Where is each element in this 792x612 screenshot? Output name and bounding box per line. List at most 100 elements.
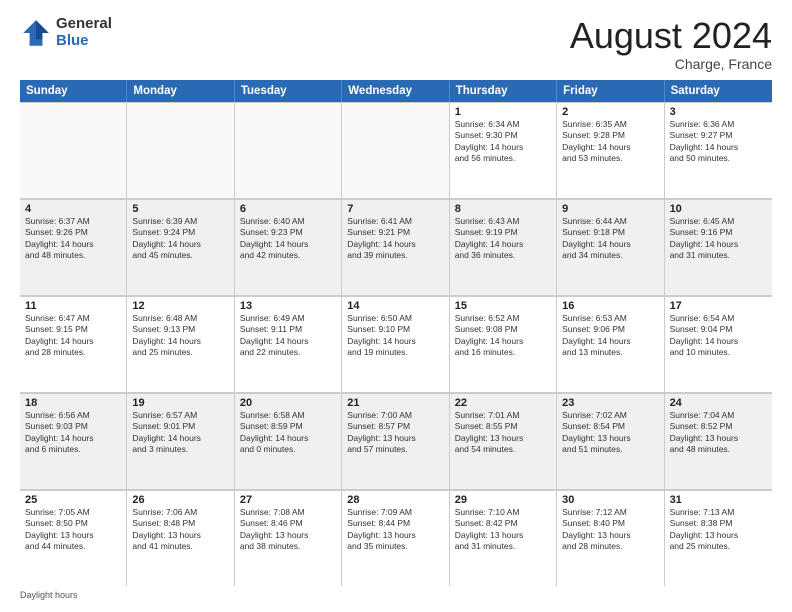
day-number: 1 [455,106,551,118]
cal-header-cell: Wednesday [342,80,449,102]
calendar-cell [20,102,127,198]
day-number: 6 [240,203,336,215]
cell-text: Sunrise: 6:48 AM Sunset: 9:13 PM Dayligh… [132,313,228,359]
calendar-cell: 14Sunrise: 6:50 AM Sunset: 9:10 PM Dayli… [342,296,449,392]
calendar-cell: 20Sunrise: 6:58 AM Sunset: 8:59 PM Dayli… [235,393,342,489]
cell-text: Sunrise: 6:57 AM Sunset: 9:01 PM Dayligh… [132,410,228,456]
calendar-cell: 30Sunrise: 7:12 AM Sunset: 8:40 PM Dayli… [557,490,664,586]
day-number: 26 [132,494,228,506]
calendar-cell: 21Sunrise: 7:00 AM Sunset: 8:57 PM Dayli… [342,393,449,489]
cell-text: Sunrise: 6:54 AM Sunset: 9:04 PM Dayligh… [670,313,767,359]
day-number: 13 [240,300,336,312]
cell-text: Sunrise: 7:00 AM Sunset: 8:57 PM Dayligh… [347,410,443,456]
calendar-cell: 27Sunrise: 7:08 AM Sunset: 8:46 PM Dayli… [235,490,342,586]
calendar-cell: 25Sunrise: 7:05 AM Sunset: 8:50 PM Dayli… [20,490,127,586]
calendar-cell [342,102,449,198]
cell-text: Sunrise: 6:45 AM Sunset: 9:16 PM Dayligh… [670,216,767,262]
day-number: 21 [347,397,443,409]
header: General Blue August 2024 Charge, France [20,16,772,72]
calendar-cell: 15Sunrise: 6:52 AM Sunset: 9:08 PM Dayli… [450,296,557,392]
calendar-cell [235,102,342,198]
day-number: 7 [347,203,443,215]
day-number: 19 [132,397,228,409]
location-label: Charge, France [570,56,772,72]
month-title: August 2024 [570,16,772,56]
day-number: 16 [562,300,658,312]
logo-icon [20,17,52,49]
calendar-cell: 7Sunrise: 6:41 AM Sunset: 9:21 PM Daylig… [342,199,449,295]
calendar-cell: 18Sunrise: 6:56 AM Sunset: 9:03 PM Dayli… [20,393,127,489]
calendar-cell: 8Sunrise: 6:43 AM Sunset: 9:19 PM Daylig… [450,199,557,295]
calendar-week: 25Sunrise: 7:05 AM Sunset: 8:50 PM Dayli… [20,490,772,586]
day-number: 22 [455,397,551,409]
cell-text: Sunrise: 7:08 AM Sunset: 8:46 PM Dayligh… [240,507,336,553]
calendar-cell: 5Sunrise: 6:39 AM Sunset: 9:24 PM Daylig… [127,199,234,295]
cell-text: Sunrise: 7:02 AM Sunset: 8:54 PM Dayligh… [562,410,658,456]
day-number: 12 [132,300,228,312]
calendar-cell: 6Sunrise: 6:40 AM Sunset: 9:23 PM Daylig… [235,199,342,295]
day-number: 29 [455,494,551,506]
cell-text: Sunrise: 7:04 AM Sunset: 8:52 PM Dayligh… [670,410,767,456]
logo-text: General Blue [56,16,112,49]
calendar-cell: 13Sunrise: 6:49 AM Sunset: 9:11 PM Dayli… [235,296,342,392]
cell-text: Sunrise: 6:39 AM Sunset: 9:24 PM Dayligh… [132,216,228,262]
day-number: 8 [455,203,551,215]
calendar-week: 1Sunrise: 6:34 AM Sunset: 9:30 PM Daylig… [20,102,772,199]
day-number: 18 [25,397,121,409]
day-number: 4 [25,203,121,215]
calendar-week: 4Sunrise: 6:37 AM Sunset: 9:26 PM Daylig… [20,199,772,296]
cell-text: Sunrise: 6:47 AM Sunset: 9:15 PM Dayligh… [25,313,121,359]
cal-header-cell: Monday [127,80,234,102]
cell-text: Sunrise: 6:41 AM Sunset: 9:21 PM Dayligh… [347,216,443,262]
day-number: 20 [240,397,336,409]
day-number: 3 [670,106,767,118]
cell-text: Sunrise: 6:49 AM Sunset: 9:11 PM Dayligh… [240,313,336,359]
calendar-cell: 29Sunrise: 7:10 AM Sunset: 8:42 PM Dayli… [450,490,557,586]
cell-text: Sunrise: 6:34 AM Sunset: 9:30 PM Dayligh… [455,119,551,165]
cell-text: Sunrise: 7:06 AM Sunset: 8:48 PM Dayligh… [132,507,228,553]
calendar-header: SundayMondayTuesdayWednesdayThursdayFrid… [20,80,772,102]
calendar: SundayMondayTuesdayWednesdayThursdayFrid… [20,80,772,586]
day-number: 23 [562,397,658,409]
cal-header-cell: Sunday [20,80,127,102]
calendar-cell: 2Sunrise: 6:35 AM Sunset: 9:28 PM Daylig… [557,102,664,198]
day-number: 25 [25,494,121,506]
day-number: 15 [455,300,551,312]
calendar-cell: 16Sunrise: 6:53 AM Sunset: 9:06 PM Dayli… [557,296,664,392]
calendar-body: 1Sunrise: 6:34 AM Sunset: 9:30 PM Daylig… [20,102,772,586]
cell-text: Sunrise: 6:52 AM Sunset: 9:08 PM Dayligh… [455,313,551,359]
calendar-cell: 12Sunrise: 6:48 AM Sunset: 9:13 PM Dayli… [127,296,234,392]
footer-note: Daylight hours [20,590,772,600]
day-number: 14 [347,300,443,312]
cal-header-cell: Thursday [450,80,557,102]
logo-general-label: General [56,16,112,33]
calendar-cell: 23Sunrise: 7:02 AM Sunset: 8:54 PM Dayli… [557,393,664,489]
cell-text: Sunrise: 7:12 AM Sunset: 8:40 PM Dayligh… [562,507,658,553]
calendar-cell: 11Sunrise: 6:47 AM Sunset: 9:15 PM Dayli… [20,296,127,392]
calendar-cell: 28Sunrise: 7:09 AM Sunset: 8:44 PM Dayli… [342,490,449,586]
calendar-cell [127,102,234,198]
cell-text: Sunrise: 7:01 AM Sunset: 8:55 PM Dayligh… [455,410,551,456]
cell-text: Sunrise: 7:05 AM Sunset: 8:50 PM Dayligh… [25,507,121,553]
cal-header-cell: Friday [557,80,664,102]
day-number: 9 [562,203,658,215]
logo-blue-label: Blue [56,33,112,50]
calendar-cell: 26Sunrise: 7:06 AM Sunset: 8:48 PM Dayli… [127,490,234,586]
day-number: 24 [670,397,767,409]
day-number: 30 [562,494,658,506]
logo: General Blue [20,16,112,49]
cal-header-cell: Saturday [665,80,772,102]
calendar-cell: 3Sunrise: 6:36 AM Sunset: 9:27 PM Daylig… [665,102,772,198]
cell-text: Sunrise: 6:35 AM Sunset: 9:28 PM Dayligh… [562,119,658,165]
cal-header-cell: Tuesday [235,80,342,102]
calendar-cell: 24Sunrise: 7:04 AM Sunset: 8:52 PM Dayli… [665,393,772,489]
calendar-cell: 31Sunrise: 7:13 AM Sunset: 8:38 PM Dayli… [665,490,772,586]
calendar-cell: 17Sunrise: 6:54 AM Sunset: 9:04 PM Dayli… [665,296,772,392]
cell-text: Sunrise: 6:56 AM Sunset: 9:03 PM Dayligh… [25,410,121,456]
day-number: 31 [670,494,767,506]
cell-text: Sunrise: 6:44 AM Sunset: 9:18 PM Dayligh… [562,216,658,262]
calendar-cell: 22Sunrise: 7:01 AM Sunset: 8:55 PM Dayli… [450,393,557,489]
cell-text: Sunrise: 6:58 AM Sunset: 8:59 PM Dayligh… [240,410,336,456]
day-number: 10 [670,203,767,215]
cell-text: Sunrise: 7:09 AM Sunset: 8:44 PM Dayligh… [347,507,443,553]
